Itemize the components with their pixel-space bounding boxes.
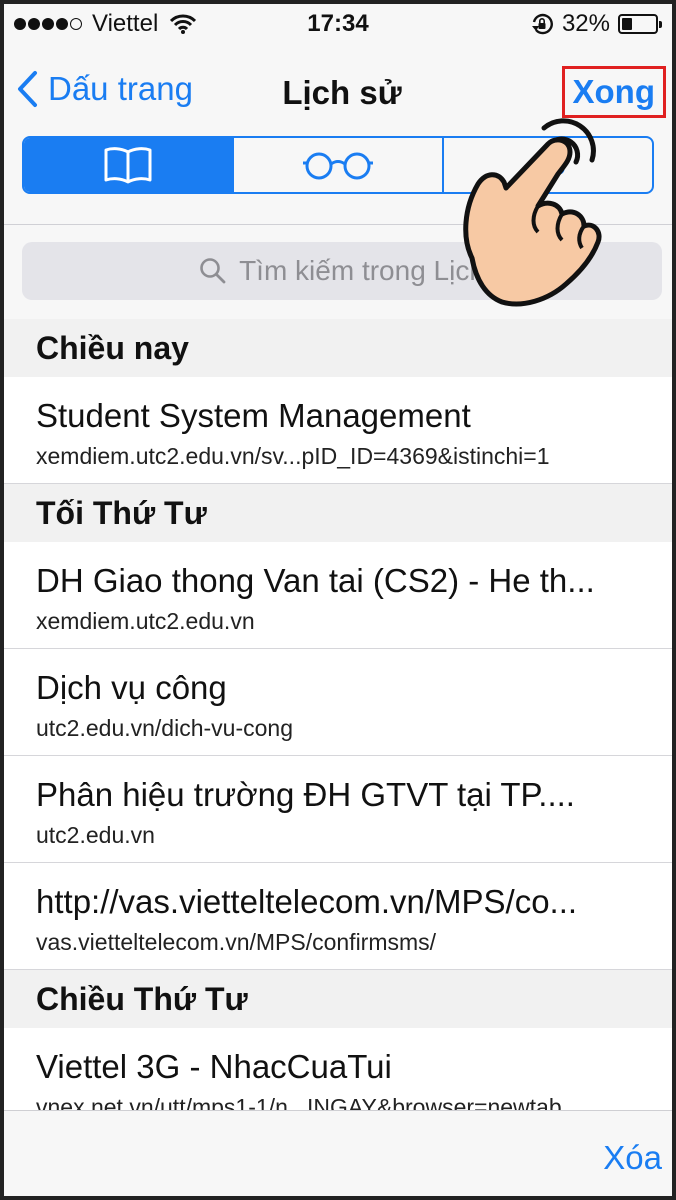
section-header: Tối Thứ Tư [4, 484, 672, 542]
history-item[interactable]: Student System Management xemdiem.utc2.e… [4, 377, 672, 484]
tab-reading-list[interactable] [232, 138, 442, 192]
history-item[interactable]: http://vas.vietteltelecom.vn/MPS/co... v… [4, 863, 672, 970]
screen: Viettel 17:34 32% Dấu trang Lịch sử Xong… [0, 0, 676, 1200]
history-item-url: xemdiem.utc2.edu.vn/sv...pID_ID=4369&ist… [36, 443, 550, 469]
glasses-icon [303, 152, 373, 180]
search-placeholder: Tìm kiếm trong Lịch [239, 255, 485, 286]
history-item[interactable]: DH Giao thong Van tai (CS2) - He th... x… [4, 542, 672, 649]
history-item-title: DH Giao thong Van tai (CS2) - He th... [36, 562, 595, 599]
battery-icon [618, 14, 662, 34]
done-button[interactable]: Xong [561, 66, 666, 118]
history-item[interactable]: Dịch vụ công utc2.edu.vn/dich-vu-cong [4, 649, 672, 756]
divider [4, 224, 672, 225]
rotation-lock-icon [530, 12, 554, 36]
tab-shared-links[interactable] [442, 138, 652, 192]
battery-percent: 32% [561, 10, 610, 37]
history-list: Chiều nay Student System Management xemd… [4, 319, 672, 1135]
section-header: Chiều nay [4, 319, 672, 377]
history-item-title: Viettel 3G - NhacCuaTui [36, 1048, 392, 1085]
history-item-url: xemdiem.utc2.edu.vn [36, 608, 255, 634]
bottom-toolbar: Xóa [4, 1110, 672, 1196]
status-bar: Viettel 17:34 32% [4, 4, 672, 48]
segmented-control [22, 136, 654, 194]
history-item-url: vas.vietteltelecom.vn/MPS/confirmsms/ [36, 929, 437, 955]
section-header: Chiều Thứ Tư [4, 970, 672, 1028]
history-item-title: Student System Management [36, 397, 471, 434]
book-icon [104, 147, 152, 184]
history-item-title: Dịch vụ công [36, 669, 227, 706]
history-item[interactable]: Phân hiệu trường ĐH GTVT tại TP.... utc2… [4, 756, 672, 863]
history-item-url: utc2.edu.vn [36, 822, 155, 848]
navigation-bar: Dấu trang Lịch sử Xong [4, 48, 672, 138]
history-item-title: Phân hiệu trường ĐH GTVT tại TP.... [36, 776, 575, 813]
search-icon [200, 258, 226, 284]
clear-button[interactable]: Xóa [603, 1139, 662, 1177]
tab-bookmarks[interactable] [24, 138, 232, 192]
battery-fill [622, 18, 632, 30]
status-right: 32% [530, 10, 662, 38]
history-item-title: http://vas.vietteltelecom.vn/MPS/co... [36, 883, 578, 920]
at-icon [531, 148, 565, 182]
history-item-url: utc2.edu.vn/dich-vu-cong [36, 715, 293, 741]
search-field[interactable]: Tìm kiếm trong Lịch [22, 242, 662, 300]
